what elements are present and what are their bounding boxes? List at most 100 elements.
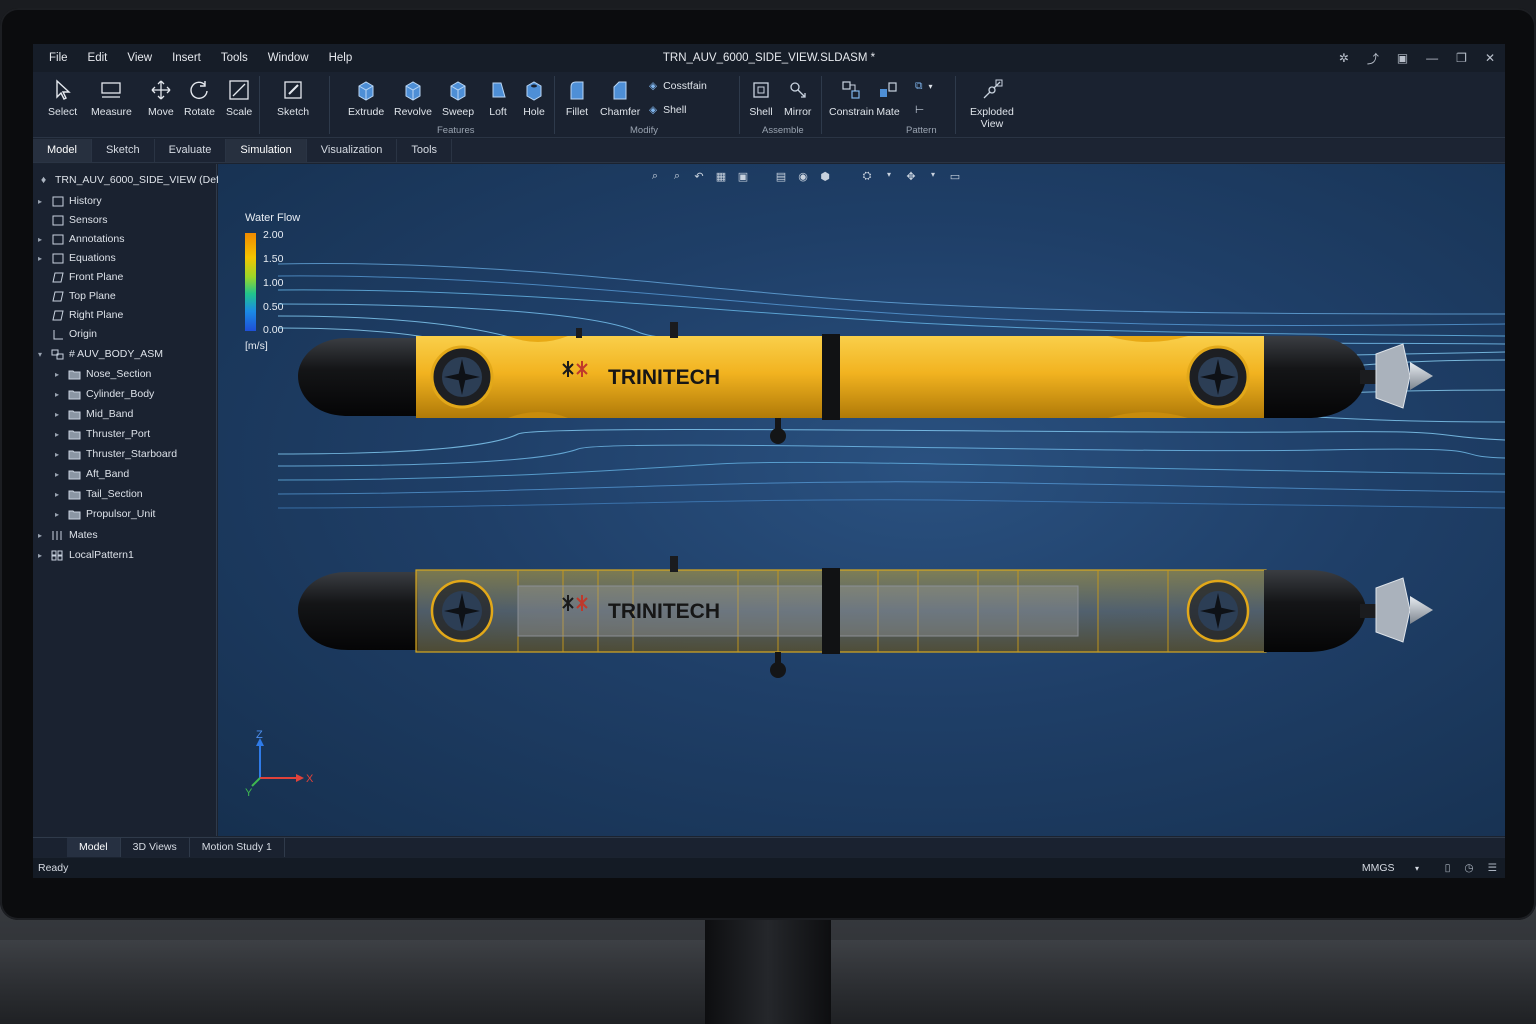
menu-edit[interactable]: Edit <box>80 52 120 64</box>
tab-model[interactable]: Model <box>33 139 92 162</box>
select-button[interactable]: Select <box>48 78 77 118</box>
expand-arrow-icon[interactable]: ▸ <box>55 450 63 459</box>
mate-icon <box>876 78 900 102</box>
part-folder-icon <box>68 429 81 440</box>
fillet-button[interactable]: Fillet <box>565 78 589 118</box>
rotate-icon <box>187 78 211 102</box>
chamfer-button[interactable]: Chamfer <box>600 78 640 118</box>
part-folder-icon <box>68 389 81 400</box>
tree-item-equations[interactable]: ▸ Equations <box>38 252 116 264</box>
chamfer-icon <box>608 78 632 102</box>
rotate-button[interactable]: Rotate <box>184 78 215 118</box>
pattern-small-button[interactable]: ⊢ <box>915 104 924 116</box>
loft-button[interactable]: Loft <box>486 78 510 118</box>
tree-root[interactable]: ♦ TRN_AUV_6000_SIDE_VIEW (Default) <box>37 174 240 186</box>
tree-item-assembly[interactable]: ▾ # AUV_BODY_ASM <box>38 348 163 360</box>
3d-viewport[interactable]: ⌕ ⌕ ↶ ▦ ▣ ▤ ◉ ⬢ ⛭ ▾ ✥ ▾ ▭ Water Flow 2.0… <box>218 164 1505 836</box>
measure-button[interactable]: Measure <box>91 78 132 118</box>
linear-pattern-button[interactable]: ⧉ ▾ <box>915 80 933 93</box>
ribbon-separator <box>259 76 260 134</box>
bottom-tab-motion-study[interactable]: Motion Study 1 <box>190 838 285 857</box>
tree-part-mid-band[interactable]: ▸ Mid_Band <box>55 408 133 420</box>
dropdown-arrow-icon[interactable]: ▾ <box>929 82 933 91</box>
move-button[interactable]: Move <box>148 78 174 118</box>
bottom-tab-3d-views[interactable]: 3D Views <box>121 838 190 857</box>
restore-icon[interactable]: ❐ <box>1456 51 1467 65</box>
menu-window[interactable]: Window <box>260 52 321 64</box>
menu-insert[interactable]: Insert <box>164 52 213 64</box>
mirror-button[interactable]: Mirror <box>784 78 811 118</box>
shell-small-button[interactable]: ◈ Shell <box>649 104 686 116</box>
rebuild-indicator-icon[interactable]: ▯ <box>1445 862 1451 874</box>
constrain-button[interactable]: Constrain <box>829 78 874 118</box>
tree-item-mates[interactable]: ▸ Mates <box>38 529 98 541</box>
clock-icon[interactable]: ◷ <box>1464 862 1473 874</box>
expand-arrow-icon[interactable]: ▸ <box>55 430 63 439</box>
auv-transparent-model[interactable]: TRINITECH <box>298 556 1433 678</box>
pin-icon[interactable]: ⤴ <box>1367 50 1379 67</box>
scale-button[interactable]: Scale <box>226 78 252 118</box>
exploded-view-button[interactable]: Exploded View <box>970 78 1014 130</box>
expand-arrow-icon[interactable]: ▸ <box>55 470 63 479</box>
expand-arrow-icon[interactable]: ▸ <box>55 390 63 399</box>
tab-visualization[interactable]: Visualization <box>307 139 398 162</box>
tree-part-nose-section[interactable]: ▸ Nose_Section <box>55 368 151 380</box>
assembly-icon <box>51 349 64 360</box>
tree-part-thruster-starboard[interactable]: ▸ Thruster_Starboard <box>55 448 177 460</box>
tree-item-history[interactable]: ▸ History <box>38 195 102 207</box>
minimize-icon[interactable]: — <box>1426 51 1438 65</box>
expand-arrow-icon[interactable]: ▸ <box>38 254 46 263</box>
menu-help[interactable]: Help <box>321 52 365 64</box>
menu-file[interactable]: File <box>41 52 80 64</box>
expand-arrow-icon[interactable]: ▸ <box>38 197 46 206</box>
units-dropdown-icon[interactable]: ▾ <box>1415 864 1419 873</box>
revolve-button[interactable]: Revolve <box>394 78 432 118</box>
auv-solid-model[interactable]: TRINITECH <box>298 322 1433 444</box>
shell-button[interactable]: Shell <box>749 78 773 118</box>
revolve-cube-icon <box>401 78 425 102</box>
plane-icon <box>51 291 64 302</box>
settings-icon[interactable]: ✲ <box>1339 51 1349 65</box>
tree-part-cylinder-body[interactable]: ▸ Cylinder_Body <box>55 388 154 400</box>
tree-item-right-plane[interactable]: Right Plane <box>38 309 123 321</box>
scale-icon <box>227 78 251 102</box>
ribbon-separator <box>821 76 822 134</box>
hole-button[interactable]: Hole <box>522 78 546 118</box>
tree-item-top-plane[interactable]: Top Plane <box>38 290 116 302</box>
menu-view[interactable]: View <box>119 52 164 64</box>
help-icon[interactable]: ▣ <box>1397 51 1408 65</box>
tree-item-local-pattern[interactable]: ▸ LocalPattern1 <box>38 549 134 561</box>
expand-arrow-icon[interactable]: ▸ <box>38 531 46 540</box>
tab-simulation[interactable]: Simulation <box>226 139 307 162</box>
tree-item-sensors[interactable]: Sensors <box>38 214 108 226</box>
tree-part-propulsor-unit[interactable]: ▸ Propulsor_Unit <box>55 508 155 520</box>
unit-system-selector[interactable]: MMGS ▾ <box>1362 862 1419 874</box>
expand-arrow-icon[interactable]: ▸ <box>55 490 63 499</box>
expand-arrow-icon[interactable]: ▸ <box>55 370 63 379</box>
status-menu-icon[interactable]: ☰ <box>1488 862 1497 874</box>
tab-evaluate[interactable]: Evaluate <box>155 139 227 162</box>
tree-item-origin[interactable]: Origin <box>38 328 97 340</box>
pattern-small-icon: ⊢ <box>915 104 925 116</box>
tree-item-front-plane[interactable]: Front Plane <box>38 271 123 283</box>
tab-tools[interactable]: Tools <box>397 139 453 162</box>
expand-arrow-icon[interactable]: ▸ <box>38 235 46 244</box>
expand-arrow-icon[interactable]: ▸ <box>38 551 46 560</box>
expand-arrow-icon[interactable]: ▸ <box>55 410 63 419</box>
tree-item-annotations[interactable]: ▸ Annotations <box>38 233 124 245</box>
collapse-arrow-icon[interactable]: ▾ <box>38 350 46 359</box>
mate-button[interactable]: Mate <box>876 78 900 118</box>
sketch-button[interactable]: Sketch <box>277 78 309 118</box>
tab-sketch[interactable]: Sketch <box>92 139 155 162</box>
constrain-small-button[interactable]: ◈ Cosstfain <box>649 80 707 92</box>
menu-tools[interactable]: Tools <box>213 52 260 64</box>
sweep-button[interactable]: Sweep <box>442 78 474 118</box>
tree-part-tail-section[interactable]: ▸ Tail_Section <box>55 488 143 500</box>
bottom-tab-model[interactable]: Model <box>67 838 121 857</box>
extrude-button[interactable]: Extrude <box>348 78 384 118</box>
expand-arrow-icon[interactable]: ▸ <box>55 510 63 519</box>
close-icon[interactable]: ✕ <box>1485 51 1495 65</box>
tree-part-aft-band[interactable]: ▸ Aft_Band <box>55 468 129 480</box>
part-folder-icon <box>68 489 81 500</box>
tree-part-thruster-port[interactable]: ▸ Thruster_Port <box>55 428 150 440</box>
